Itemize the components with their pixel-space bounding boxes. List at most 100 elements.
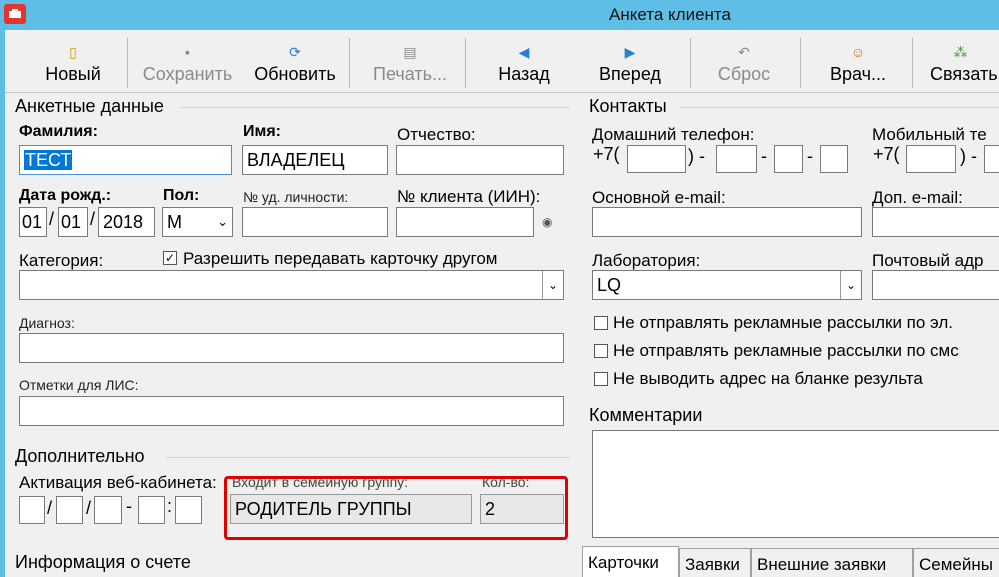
no-address-checkbox[interactable] [594,372,608,386]
date-separator: / [47,498,53,518]
allow-transfer-label: Разрешить передавать карточку другом [183,249,498,268]
client-number-field[interactable] [396,207,534,237]
contacts-section-title: Контакты [589,96,667,116]
chevron-down-icon: ⌄ [840,271,861,299]
email-label: Основной e-mail: [592,188,726,207]
undo-icon: ↶ [738,44,750,60]
group-border [680,107,999,108]
client-number-label: № клиента (ИИН): [397,187,541,206]
phone-prefix: +7( [873,144,900,164]
patronymic-field[interactable] [396,145,564,175]
diagnosis-field[interactable] [19,333,564,363]
web-activation-field-3[interactable] [94,496,122,524]
back-button[interactable]: ◀ Назад [480,38,568,90]
eye-icon[interactable]: ◉ [542,215,552,229]
refresh-button[interactable]: ⟳ Обновить [245,38,345,90]
toolbar-separator [349,38,350,88]
comments-field[interactable] [592,430,999,538]
web-activation-field-1[interactable] [19,496,45,524]
dob-label: Дата рожд.: [19,187,112,204]
date-separator: / [86,498,92,518]
extra-email-label: Доп. e-mail: [872,188,963,207]
dob-month-field[interactable]: 01 [58,207,88,237]
tab-requests[interactable]: Заявки [679,548,751,577]
toolbar-separator [912,38,913,88]
laboratory-select[interactable]: LQ ⌄ [592,270,862,300]
toolbar-separator [465,38,466,88]
home-phone-code-field[interactable] [627,145,686,173]
date-separator: / [90,209,96,229]
title-bar [0,0,999,30]
email-field[interactable] [592,207,862,237]
personal-section-title: Анкетные данные [15,96,164,116]
comments-section-title: Комментарии [589,405,703,425]
allow-transfer-checkbox[interactable]: ✓ [163,251,177,265]
web-activation-field-5[interactable] [175,496,202,524]
doctor-button[interactable]: ☺ Врач... [812,38,904,90]
toolbar-separator [690,38,691,88]
arrow-left-icon: ◀ [518,44,530,60]
date-separator: / [49,209,55,229]
time-separator: : [167,496,173,516]
additional-section-title: Дополнительно [15,446,145,466]
sex-label: Пол: [163,187,200,204]
web-activation-field-4[interactable] [138,496,165,524]
web-activation-label: Активация веб-кабинета: [19,473,217,492]
no-ads-email-label: Не отправлять рекламные рассылки по эл. [613,313,953,332]
refresh-icon: ⟳ [289,44,301,60]
print-button[interactable]: ▤ Печать... [360,38,460,90]
group-border [165,457,570,458]
postal-address-label: Почтовый адр [872,251,984,270]
id-number-label: № уд. личности: [243,189,349,205]
phone-separator: ) - [960,146,977,166]
printer-icon: ▤ [403,44,417,60]
forward-button[interactable]: ▶ Вперед [585,38,675,90]
postal-address-field[interactable] [872,270,999,300]
category-select[interactable]: ⌄ [19,270,564,300]
extra-email-field[interactable] [872,207,999,237]
dob-year-field[interactable]: 2018 [98,207,155,237]
dob-day-field[interactable]: 01 [19,207,47,237]
link-button[interactable]: ⁂ Связать [922,38,999,90]
home-phone-part3-field[interactable] [820,145,848,173]
tab-external-requests[interactable]: Внешние заявки [751,548,913,577]
save-button[interactable]: ▪ Сохранить [135,38,240,90]
tab-cards[interactable]: Карточки [582,546,679,577]
lis-notes-field[interactable] [19,396,564,426]
diagnosis-label: Диагноз: [19,315,75,331]
app-icon[interactable] [4,4,26,24]
surname-field[interactable]: ТЕСТ [19,145,232,175]
phone-separator: ) - [688,146,705,166]
sex-select[interactable]: М ⌄ [162,207,233,237]
group-border [180,107,570,108]
id-number-field[interactable] [242,207,388,237]
highlight-box [224,476,568,540]
surname-label: Фамилия: [19,123,98,140]
name-label: Имя: [243,123,281,140]
chevron-down-icon: ⌄ [217,214,228,229]
toolbar-separator [800,38,801,88]
home-phone-part1-field[interactable] [716,145,757,173]
no-ads-email-checkbox[interactable] [594,316,608,330]
toolbar-separator [127,38,128,88]
link-nodes-icon: ⁂ [953,44,968,60]
no-ads-sms-checkbox[interactable] [594,344,608,358]
home-phone-part2-field[interactable] [774,145,803,173]
arrow-right-icon: ▶ [624,44,636,60]
phone-prefix: +7( [593,144,620,164]
category-label: Категория: [19,251,104,270]
account-section-title: Информация о счете [15,552,191,572]
doctor-icon: ☺ [850,44,866,60]
window-title: Анкета клиента [609,5,731,24]
mobile-phone-code-field[interactable] [906,145,956,173]
time-separator: - [126,496,132,516]
new-button[interactable]: ▯ Новый [30,38,116,90]
new-document-icon: ▯ [69,44,77,60]
reset-button[interactable]: ↶ Сброс [700,38,788,90]
web-activation-field-2[interactable] [56,496,83,524]
mobile-phone-part1-field[interactable] [984,145,999,173]
name-field[interactable]: ВЛАДЕЛЕЦ [242,145,388,175]
patronymic-label: Отчество: [397,125,476,144]
mobile-phone-label: Мобильный те [872,125,987,144]
tab-family[interactable]: Семейны [913,548,999,577]
